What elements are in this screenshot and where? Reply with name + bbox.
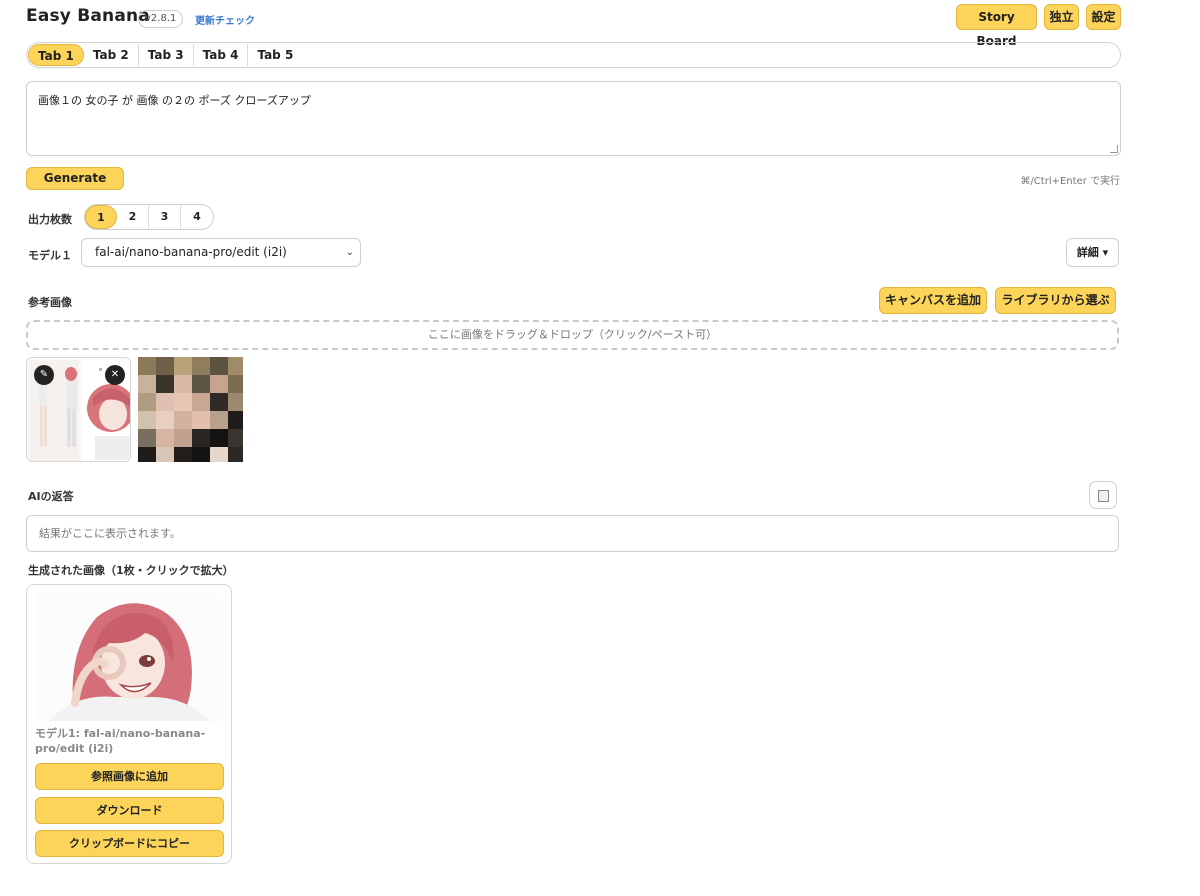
generated-portrait [35, 593, 223, 721]
story-board-button[interactable]: Story Board [956, 4, 1037, 48]
add-canvas-button[interactable]: キャンバスを追加 [879, 287, 987, 314]
reference-thumbnail[interactable] [138, 357, 243, 462]
pose-reference-image [138, 357, 243, 462]
output-count-selector: 1 2 3 4 [84, 204, 214, 230]
tab-bar: Tab 1 Tab 2 Tab 3 Tab 4 Tab 5 [26, 42, 1121, 68]
clipboard-icon [1098, 490, 1109, 502]
settings-button[interactable]: 設定 [1086, 4, 1121, 30]
tab-5[interactable]: Tab 5 [248, 44, 302, 66]
ai-response-output: 結果がここに表示されます。 [26, 515, 1119, 552]
app-title: Easy Banana [26, 6, 150, 26]
generated-image[interactable] [35, 593, 223, 721]
update-check-link[interactable]: 更新チェック [195, 12, 255, 27]
choose-library-button[interactable]: ライブラリから選ぶ [995, 287, 1116, 314]
output-count-label: 出力枚数 [28, 213, 72, 226]
model-value: fal-ai/nano-banana-pro/edit (i2i) [95, 245, 287, 259]
reference-thumbnail[interactable]: ✎ ✕ [26, 357, 131, 462]
prompt-text: 画像１の 女の子 が 画像 の２の ポーズ クローズアップ [38, 94, 311, 107]
count-option-1[interactable]: 1 [85, 205, 117, 229]
download-button[interactable]: ダウンロード [35, 797, 224, 824]
standalone-button[interactable]: 独立 [1044, 4, 1079, 30]
tab-4[interactable]: Tab 4 [194, 44, 249, 66]
resize-handle[interactable] [1110, 145, 1118, 153]
generate-button[interactable]: Generate [26, 167, 124, 190]
model-select[interactable]: fal-ai/nano-banana-pro/edit (i2i) ⌄ [81, 238, 361, 267]
remove-icon[interactable]: ✕ [105, 365, 125, 385]
reference-label: 参考画像 [28, 296, 72, 309]
model-label: モデル１ [28, 249, 72, 262]
add-to-reference-button[interactable]: 参照画像に追加 [35, 763, 224, 790]
count-option-2[interactable]: 2 [117, 205, 149, 229]
ai-response-label: AIの返答 [28, 490, 74, 503]
tab-3[interactable]: Tab 3 [139, 44, 194, 66]
count-option-3[interactable]: 3 [149, 205, 181, 229]
count-option-4[interactable]: 4 [181, 205, 213, 229]
image-dropzone[interactable]: ここに画像をドラッグ＆ドロップ（クリック/ペースト可） [26, 320, 1119, 350]
copy-clipboard-button[interactable]: クリップボードにコピー [35, 830, 224, 857]
prompt-input[interactable]: 画像１の 女の子 が 画像 の２の ポーズ クローズアップ [26, 81, 1121, 156]
detail-button[interactable]: 詳細 ▾ [1066, 238, 1119, 267]
generated-images-label: 生成された画像（1枚・クリックで拡大） [28, 564, 234, 577]
tab-2[interactable]: Tab 2 [84, 44, 139, 66]
chevron-down-icon: ⌄ [345, 247, 354, 258]
tab-1[interactable]: Tab 1 [28, 44, 84, 66]
shortcut-hint: ⌘/Ctrl+Enter で実行 [1020, 176, 1120, 187]
edit-icon[interactable]: ✎ [34, 365, 54, 385]
app-header: Easy Banana v2.8.1 更新チェック Story Board 独立… [26, 4, 1126, 48]
copy-response-button[interactable] [1089, 481, 1117, 509]
generated-caption: モデル1: fal-ai/nano-banana-pro/edit (i2i) [35, 727, 206, 755]
generated-image-card: モデル1: fal-ai/nano-banana-pro/edit (i2i) … [26, 584, 232, 864]
version-badge: v2.8.1 [138, 10, 184, 28]
